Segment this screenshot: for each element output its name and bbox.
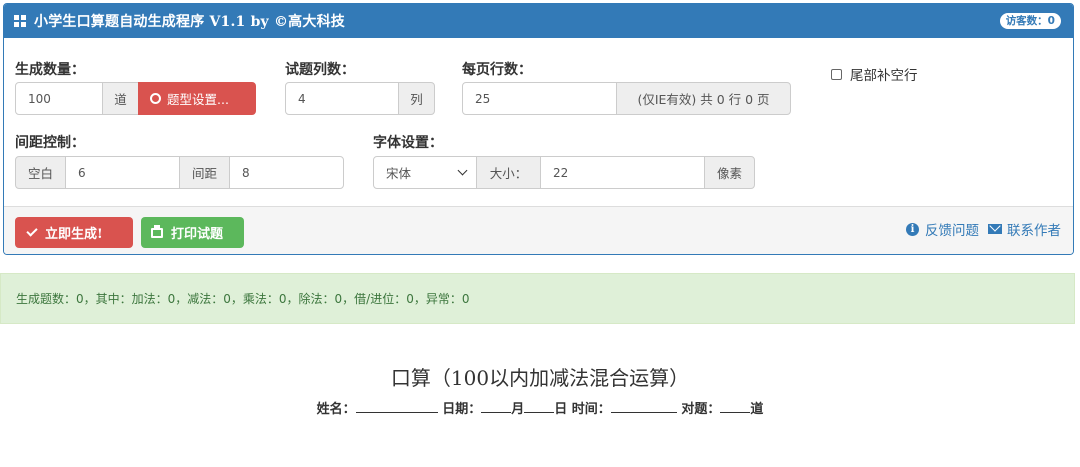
blank-addon: 空白 <box>15 156 66 189</box>
time-blank <box>610 401 677 413</box>
stats-text: 生成题数：0，其中：加法：0，减法：0，乘法：0，除法：0，借/进位：0，异常：… <box>16 292 470 306</box>
font-size-unit: 像素 <box>704 156 755 189</box>
gap-addon: 间距 <box>179 156 230 189</box>
month-label: 月 <box>511 402 525 417</box>
month-blank <box>481 401 512 413</box>
rows-per-page-input[interactable]: 25 <box>462 82 617 115</box>
generator-panel: 小学生口算题自动生成程序 V1.1 by ©高大科技 访客数：0 生成数量： 1… <box>3 3 1074 255</box>
sheet-title: 口算（100以内加减法混合运算） <box>390 366 690 390</box>
font-label: 字体设置： <box>373 135 443 151</box>
count-unit: 道 <box>102 82 139 115</box>
pad-rows-label: 尾部补空行 <box>850 68 918 84</box>
correct-label: 对题： <box>681 402 721 417</box>
rows-per-page-label: 每页行数： <box>462 62 532 78</box>
day-label: 日 <box>554 402 568 417</box>
font-family-value: 宋体 <box>386 166 412 181</box>
correct-unit: 道 <box>750 402 764 417</box>
footer-links: i 反馈问题 联系作者 <box>906 219 1061 239</box>
correct-blank <box>720 401 751 413</box>
columns-input[interactable]: 4 <box>285 82 399 115</box>
name-label: 姓名： <box>316 402 356 417</box>
question-type-label: 题型设置... <box>167 92 229 107</box>
sheet-info: 姓名： 日期： 月 日 时间： 对题： 道 <box>0 398 1080 417</box>
info-icon: i <box>906 222 919 236</box>
font-size-input[interactable]: 22 <box>540 156 705 189</box>
columns-label: 试题列数： <box>285 62 355 78</box>
date-label: 日期： <box>442 402 482 417</box>
gap-input[interactable]: 8 <box>229 156 344 189</box>
page-count-note: (仅IE有效) 共 0 行 0 页 <box>616 82 791 115</box>
visitor-badge: 访客数：0 <box>999 13 1061 29</box>
print-icon <box>151 224 163 238</box>
check-icon <box>26 225 38 237</box>
time-label: 时间： <box>571 402 611 417</box>
app-title: 小学生口算题自动生成程序 V1.1 by ©高大科技 <box>34 14 345 30</box>
generate-button[interactable]: 立即生成! <box>15 217 133 248</box>
print-label: 打印试题 <box>171 227 224 242</box>
print-button[interactable]: 打印试题 <box>141 217 244 248</box>
chevron-down-icon <box>457 165 468 176</box>
contact-link[interactable]: 联系作者 <box>1007 219 1061 239</box>
pad-rows-checkbox[interactable]: 尾部补空行 <box>831 64 918 84</box>
day-blank <box>524 401 555 413</box>
columns-unit: 列 <box>398 82 435 115</box>
checkbox-box[interactable] <box>831 68 842 80</box>
generate-label: 立即生成! <box>45 227 103 242</box>
count-input[interactable]: 100 <box>15 82 103 115</box>
gear-icon <box>150 93 161 104</box>
feedback-link[interactable]: 反馈问题 <box>925 219 979 239</box>
spacing-label: 间距控制： <box>15 135 85 151</box>
font-size-addon: 大小： <box>476 156 541 189</box>
name-blank <box>355 401 438 413</box>
mail-icon <box>988 224 1002 234</box>
stats-alert: 生成题数：0，其中：加法：0，减法：0，乘法：0，除法：0，借/进位：0，异常：… <box>0 273 1075 324</box>
font-family-select[interactable]: 宋体 <box>373 156 477 189</box>
panel-footer: 立即生成! 打印试题 i 反馈问题 联系作者 <box>4 206 1073 254</box>
count-label: 生成数量： <box>15 62 85 78</box>
panel-header: 小学生口算题自动生成程序 V1.1 by ©高大科技 访客数：0 <box>4 4 1073 38</box>
grid-icon <box>14 15 26 27</box>
question-type-button[interactable]: 题型设置... <box>138 82 256 115</box>
blank-input[interactable]: 6 <box>65 156 180 189</box>
